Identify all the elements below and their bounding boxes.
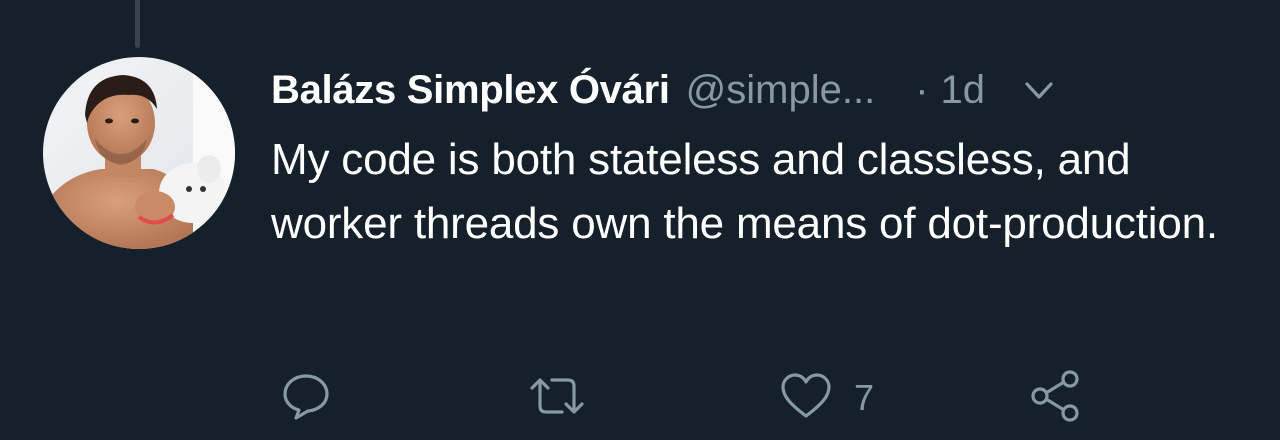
avatar[interactable]: [43, 57, 235, 249]
like-button[interactable]: 7: [776, 368, 874, 428]
timestamp[interactable]: 1d: [941, 68, 986, 113]
retweet-arrows-icon: [522, 366, 592, 431]
thread-connector-line: [135, 0, 140, 48]
tweet-actions: 7: [0, 368, 1280, 428]
reply-button[interactable]: [276, 368, 336, 428]
retweet-button[interactable]: [522, 368, 592, 428]
author-handle[interactable]: @simple...: [686, 68, 876, 113]
share-nodes-icon: [1026, 366, 1086, 431]
chevron-down-icon[interactable]: [1019, 70, 1059, 110]
speech-bubble-icon: [276, 366, 336, 431]
like-count: 7: [854, 377, 875, 418]
author-name[interactable]: Balázs Simplex Óvári: [271, 68, 670, 113]
avatar-image: [43, 57, 235, 249]
tweet-card[interactable]: Balázs Simplex Óvári @simple... · 1d My …: [0, 0, 1280, 440]
heart-outline-icon: [776, 366, 836, 431]
tweet-header: Balázs Simplex Óvári @simple... · 1d: [271, 62, 1241, 118]
separator-dot: ·: [915, 67, 929, 112]
tweet-text: My code is both stateless and classless,…: [271, 135, 1218, 248]
share-button[interactable]: [1026, 368, 1086, 428]
